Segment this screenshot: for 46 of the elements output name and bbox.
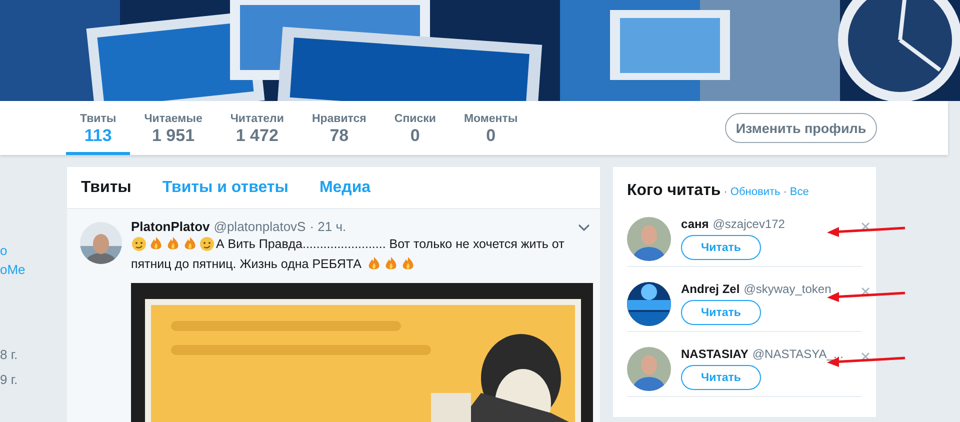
profile-stat-tab[interactable]: Читаемые 1 951 [130,101,216,155]
avatar [80,222,122,264]
emoji-face-icon [199,236,215,252]
follow-button[interactable]: Читать [681,300,761,325]
profile-link[interactable]: о [0,241,67,260]
tweet-text: пятниц до пятниц. Жизнь одна РЕБЯТА [131,256,362,273]
avatar [627,282,671,326]
avatar [627,217,671,261]
separator-dot: · [724,186,728,198]
header-link[interactable]: Обновить [730,186,780,198]
close-icon[interactable] [861,287,870,296]
header-link[interactable]: Все [790,186,809,198]
user-handle: @szajcev172 [712,217,785,231]
timeline-tab[interactable]: Твиты и ответы [162,178,288,196]
avatar [627,347,671,391]
tweet-text: А Вить Правда........................ Вот только не хочется жить от [216,236,564,253]
follow-button[interactable]: Читать [681,365,761,390]
timeline-tab[interactable]: Медиа [319,178,371,196]
fire-icon [182,236,198,252]
user-name[interactable]: PlatonPlatov [131,219,210,234]
profile-stat-tab[interactable]: Списки 0 [380,101,450,155]
profile-stat-tab[interactable]: Читатели 1 472 [216,101,298,155]
emoji-face-icon [131,236,147,252]
tweet-time[interactable]: · 21 ч. [310,219,346,234]
close-icon[interactable] [861,222,870,231]
user-handle: @skyway_token [744,282,832,296]
date-text: 8 г. [0,346,19,364]
user-name[interactable]: саня [681,217,709,231]
user-handle: @platonplatovS [214,219,306,234]
follow-button[interactable]: Читать [681,235,761,260]
edit-profile-button[interactable]: Изменить профиль [725,113,877,143]
profile-stat-tab[interactable]: Твиты 113 [66,101,130,155]
separator-dot: · [783,186,787,198]
section-title: Кого читать [627,182,721,200]
fire-icon [165,236,181,252]
chevron-down-icon [577,222,591,232]
user-name[interactable]: Andrej Zel [681,282,740,296]
date-text: 9 г. [0,371,19,389]
user-name[interactable]: NASTASIAY [681,347,748,361]
profile-stat-tab[interactable]: Нравится 78 [298,101,380,155]
user-handle: @NASTASYA_... [752,347,844,361]
close-icon[interactable] [861,352,870,361]
profile-link[interactable]: оMe [0,260,67,279]
profile-stat-tab[interactable]: Моменты 0 [450,101,532,155]
fire-icon [148,236,164,252]
timeline-tab[interactable]: Твиты [81,178,132,196]
